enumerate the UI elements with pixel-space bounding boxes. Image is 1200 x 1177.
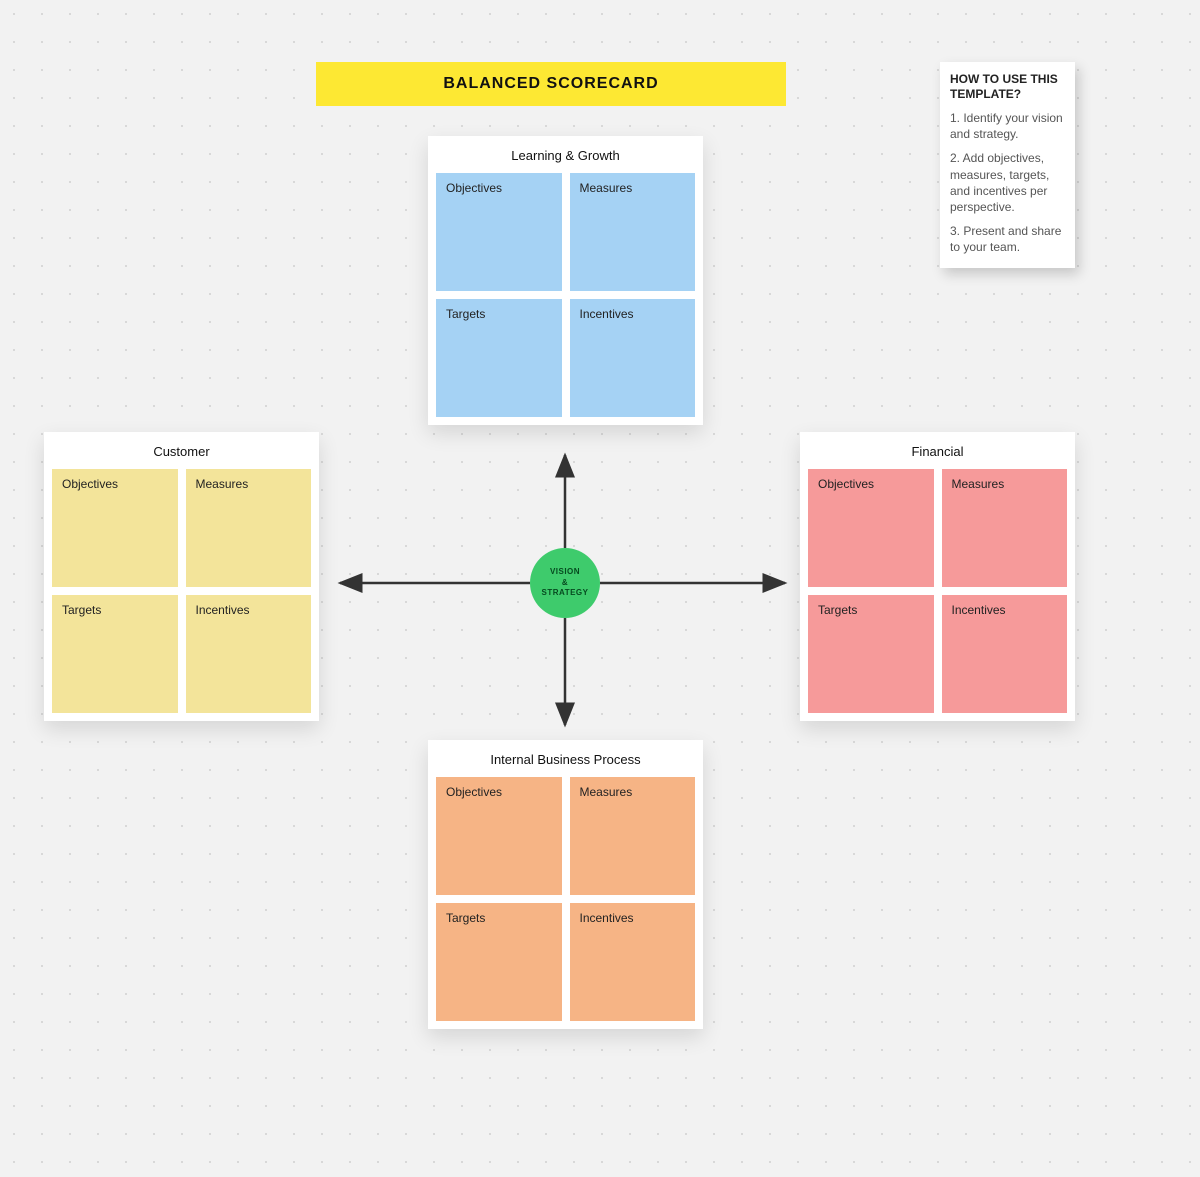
title-banner: BALANCED SCORECARD [316, 62, 786, 106]
panel-grid: Objectives Measures Targets Incentives [428, 173, 703, 417]
panel-title: Financial [800, 432, 1075, 469]
help-step-1: 1. Identify your vision and strategy. [950, 110, 1065, 142]
center-label: VISION & STRATEGY [542, 567, 589, 598]
cell-measures[interactable]: Measures [186, 469, 312, 587]
cell-incentives[interactable]: Incentives [570, 903, 696, 1021]
cell-objectives[interactable]: Objectives [436, 173, 562, 291]
cell-targets[interactable]: Targets [808, 595, 934, 713]
panel-grid: Objectives Measures Targets Incentives [800, 469, 1075, 713]
panel-grid: Objectives Measures Targets Incentives [428, 777, 703, 1021]
center-circle[interactable]: VISION & STRATEGY [530, 548, 600, 618]
help-step-3: 3. Present and share to your team. [950, 223, 1065, 255]
title-text: BALANCED SCORECARD [443, 75, 658, 93]
cell-objectives[interactable]: Objectives [808, 469, 934, 587]
cell-targets[interactable]: Targets [52, 595, 178, 713]
cell-objectives[interactable]: Objectives [436, 777, 562, 895]
cell-targets[interactable]: Targets [436, 299, 562, 417]
cell-measures[interactable]: Measures [570, 777, 696, 895]
panel-financial[interactable]: Financial Objectives Measures Targets In… [800, 432, 1075, 721]
cell-incentives[interactable]: Incentives [942, 595, 1068, 713]
help-box[interactable]: HOW TO USE THIS TEMPLATE? 1. Identify yo… [940, 62, 1075, 268]
cell-targets[interactable]: Targets [436, 903, 562, 1021]
cell-objectives[interactable]: Objectives [52, 469, 178, 587]
cell-incentives[interactable]: Incentives [186, 595, 312, 713]
panel-title: Customer [44, 432, 319, 469]
cell-measures[interactable]: Measures [942, 469, 1068, 587]
help-title: HOW TO USE THIS TEMPLATE? [950, 72, 1065, 102]
cell-measures[interactable]: Measures [570, 173, 696, 291]
cell-incentives[interactable]: Incentives [570, 299, 696, 417]
panel-grid: Objectives Measures Targets Incentives [44, 469, 319, 713]
panel-learning-growth[interactable]: Learning & Growth Objectives Measures Ta… [428, 136, 703, 425]
help-step-2: 2. Add objectives, measures, targets, an… [950, 150, 1065, 215]
panel-title: Learning & Growth [428, 136, 703, 173]
panel-internal-business[interactable]: Internal Business Process Objectives Mea… [428, 740, 703, 1029]
panel-customer[interactable]: Customer Objectives Measures Targets Inc… [44, 432, 319, 721]
panel-title: Internal Business Process [428, 740, 703, 777]
